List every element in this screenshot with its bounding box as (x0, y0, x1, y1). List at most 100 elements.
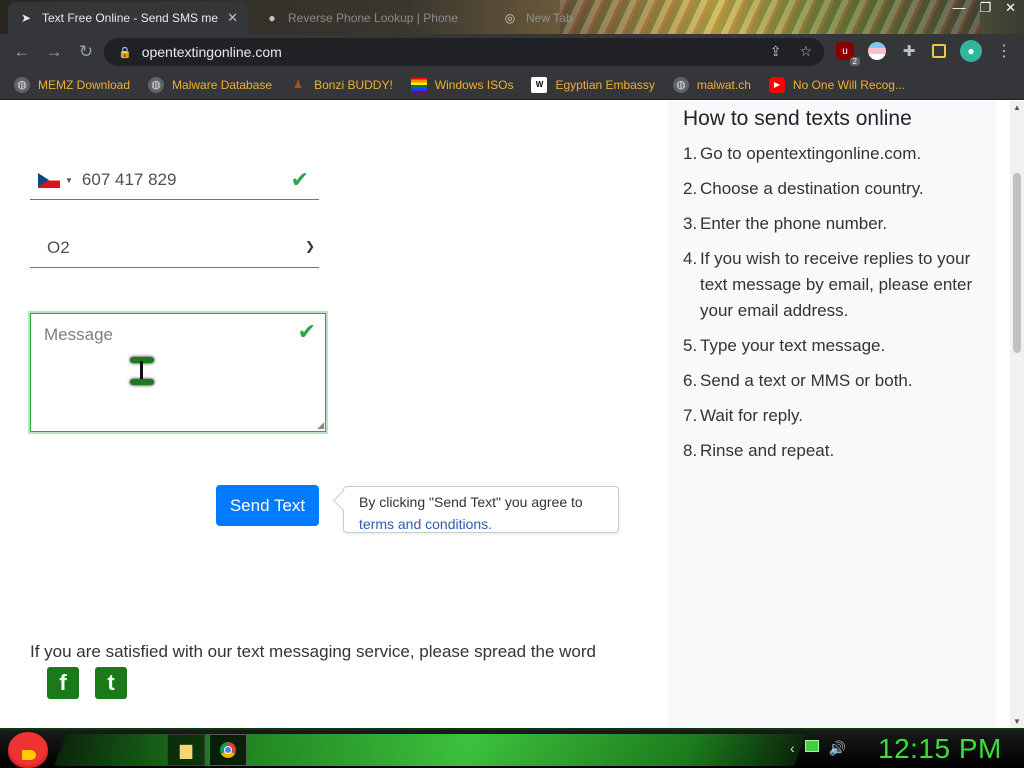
chrome-taskbar-button[interactable] (209, 734, 247, 766)
facebook-icon[interactable]: f (47, 667, 79, 699)
carrier-value[interactable]: O2 (47, 238, 70, 258)
side-panel-icon[interactable] (932, 44, 946, 58)
bonzi-icon: ♟ (293, 79, 304, 91)
url-text[interactable]: opentextingonline.com (142, 44, 282, 60)
message-placeholder: Message (44, 325, 113, 344)
page-content: ▼ 607 417 829 ✔ O2 ❯ Message ✔ ◢ Send Te… (0, 101, 1024, 728)
twitter-icon[interactable]: t (95, 667, 127, 699)
check-icon: ✔ (290, 167, 309, 192)
taskbar: ▆ ‹ 🔊 12:15 PM (0, 728, 1024, 768)
tab-active[interactable]: ➤ Text Free Online - Send SMS me ✕ (8, 2, 248, 34)
step-item: 4. If you wish to receive replies to your… (683, 249, 973, 320)
tray-arrow-icon[interactable]: ‹ (790, 740, 795, 757)
tab-reverse-lookup[interactable]: ● Reverse Phone Lookup | Phone (254, 2, 490, 34)
bookmarks-bar: ◍ MEMZ Download ◍ Malware Database ♟ Bon… (0, 70, 1024, 100)
youtube-icon: ▶ (768, 76, 785, 93)
bookmark-bonzi[interactable]: ♟ Bonzi BUDDY! (290, 77, 393, 93)
wix-icon: W (531, 76, 548, 93)
extensions-area: u2 ✚ ● ⋮ (836, 40, 1012, 66)
reload-icon[interactable]: ↻ (70, 42, 102, 62)
bookmark-windows-isos[interactable]: Windows ISOs (410, 76, 514, 93)
step-item: 7. Wait for reply. (683, 406, 803, 425)
bookmark-label: Egyptian Embassy (555, 77, 655, 92)
message-textarea[interactable]: Message ✔ ◢ (28, 311, 328, 434)
tab-close-icon[interactable]: ✕ (227, 10, 238, 26)
step-item: 3. Enter the phone number. (683, 214, 888, 233)
phone-number-input[interactable]: 607 417 829 (82, 170, 177, 190)
bookmark-star-icon[interactable]: ☆ (799, 43, 812, 60)
folder-icon[interactable]: ▆ (167, 734, 205, 766)
start-button[interactable] (8, 732, 48, 768)
text-cursor-icon (130, 357, 154, 385)
step-item: 1. Go to opentextingonline.com. (683, 144, 922, 163)
bookmark-egyptian-embassy[interactable]: W Egyptian Embassy (531, 76, 655, 93)
scrollbar-thumb[interactable] (1013, 173, 1021, 353)
restore-icon[interactable]: ❐ (979, 0, 991, 16)
step-item: 8. Rinse and repeat. (683, 441, 835, 460)
bookmark-label: MEMZ Download (38, 77, 131, 92)
bookmark-label: Bonzi BUDDY! (314, 77, 393, 92)
menu-dots-icon[interactable]: ⋮ (996, 41, 1012, 61)
extension-badge: 2 (849, 57, 860, 66)
resize-handle-icon[interactable]: ◢ (317, 420, 324, 431)
share-icon[interactable]: ⇪ (770, 43, 782, 60)
sidebar-title: How to send texts online (683, 107, 912, 130)
steps-list: 1. Go to opentextingonline.com. 2. Choose … (683, 141, 996, 464)
globe-icon: ◍ (672, 76, 689, 93)
step-item: 5. Type your text message. (683, 336, 886, 355)
page-scrollbar[interactable]: ▲ ▼ (1010, 101, 1024, 728)
tab-strip: ➤ Text Free Online - Send SMS me ✕ ● Rev… (0, 0, 1024, 34)
minimize-icon[interactable]: — (952, 0, 965, 16)
step-item: 2. Choose a destination country. (683, 179, 924, 198)
carrier-select[interactable]: O2 ❯ (30, 229, 319, 268)
phone-number-field[interactable]: ▼ 607 417 829 ✔ (30, 161, 319, 200)
bookmark-label: Windows ISOs (434, 77, 514, 92)
bookmark-label: No One Will Recog... (792, 77, 905, 92)
step-item: 6. Send a text or MMS or both. (683, 371, 913, 390)
window-controls: — ❐ ✕ (952, 0, 1016, 16)
caret-down-icon[interactable]: ▼ (65, 176, 73, 185)
volume-icon[interactable]: 🔊 (829, 740, 846, 757)
bookmark-malware-db[interactable]: ◍ Malware Database (148, 76, 273, 93)
terms-link[interactable]: terms and conditions. (359, 516, 492, 532)
chrome-icon (220, 742, 236, 758)
bookmark-youtube[interactable]: ▶ No One Will Recog... (768, 76, 905, 93)
profile-avatar[interactable]: ● (960, 40, 982, 62)
bookmark-label: Malware Database (172, 77, 273, 92)
send-text-button[interactable]: Send Text (216, 485, 319, 526)
close-window-icon[interactable]: ✕ (1005, 0, 1016, 16)
terms-tooltip: By clicking "Send Text" you agree to ter… (343, 486, 619, 533)
how-to-sidebar: How to send texts online 1. Go to opentex… (668, 101, 996, 728)
flag-extension-icon[interactable] (868, 42, 886, 60)
browser-toolbar: ← → ↻ 🔒 opentextingonline.com ⇪ ☆ u2 ✚ ●… (0, 34, 1024, 70)
forward-icon[interactable]: → (38, 42, 70, 62)
tab-new-tab[interactable]: ◎ New Tab (492, 2, 652, 34)
back-icon[interactable]: ← (6, 42, 38, 62)
person-icon: ● (268, 11, 276, 25)
taskbar-clock[interactable]: 12:15 PM (878, 733, 1002, 765)
ublock-icon[interactable]: u2 (836, 42, 860, 66)
tab-title: Reverse Phone Lookup | Phone (288, 11, 458, 25)
tooltip-text: By clicking "Send Text" you agree to (359, 494, 583, 510)
check-icon: ✔ (297, 319, 316, 344)
rainbow-flag-icon (410, 76, 427, 93)
chrome-icon: ◎ (504, 11, 516, 25)
bookmark-malwatch[interactable]: ◍ malwat.ch (672, 76, 751, 93)
czech-flag-icon[interactable] (38, 172, 60, 188)
globe-icon: ◍ (148, 76, 165, 93)
address-bar[interactable]: 🔒 opentextingonline.com ⇪ ☆ (104, 38, 824, 66)
send-arrow-icon: ➤ (20, 11, 32, 25)
scroll-down-icon[interactable]: ▼ (1013, 717, 1021, 726)
puzzle-icon[interactable]: ✚ (900, 42, 918, 60)
system-tray: ‹ 🔊 (790, 740, 846, 757)
bookmark-label: malwat.ch (696, 77, 751, 92)
battery-icon[interactable] (804, 740, 819, 752)
globe-icon: ◍ (14, 76, 30, 93)
tab-title: New Tab (526, 11, 573, 25)
spread-the-word-text: If you are satisfied with our text messa… (30, 642, 597, 661)
scroll-up-icon[interactable]: ▲ (1013, 103, 1021, 112)
bookmark-memz[interactable]: ◍ MEMZ Download (14, 76, 131, 93)
chevron-down-icon[interactable]: ❯ (305, 239, 315, 253)
lock-icon[interactable]: 🔒 (118, 46, 132, 59)
tab-title: Text Free Online - Send SMS me (42, 11, 219, 25)
